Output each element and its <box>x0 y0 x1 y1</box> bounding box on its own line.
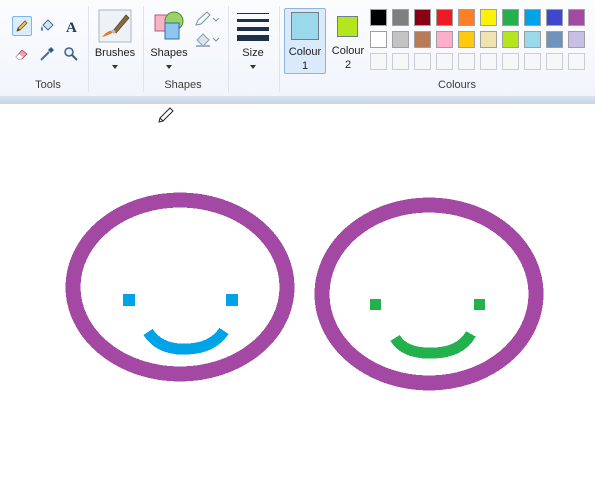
eraser-tool[interactable] <box>12 44 32 64</box>
colour2-button[interactable]: Colour 2 <box>328 8 368 74</box>
palette-swatch[interactable] <box>436 31 453 48</box>
palette-empty-slot[interactable] <box>414 53 431 70</box>
palette-swatch[interactable] <box>524 9 541 26</box>
palette-swatch[interactable] <box>458 9 475 26</box>
colour1-swatch <box>291 12 319 40</box>
palette-swatch[interactable] <box>480 31 497 48</box>
palette-swatch[interactable] <box>436 9 453 26</box>
outline-icon <box>195 11 220 26</box>
pencil-tool[interactable] <box>12 16 32 36</box>
text-icon: A <box>66 20 77 34</box>
palette-swatch[interactable] <box>524 31 541 48</box>
smiley-left-eye <box>226 294 238 306</box>
palette-empty-slot[interactable] <box>546 53 563 70</box>
shapes-group-label: Shapes <box>164 79 202 91</box>
palette-swatch[interactable] <box>480 9 497 26</box>
pencil-icon <box>16 20 28 32</box>
brush-icon <box>98 9 132 43</box>
colour2-swatch <box>337 16 358 37</box>
palette-swatch[interactable] <box>568 31 585 48</box>
svg-text:A: A <box>66 20 77 34</box>
palette-swatch[interactable] <box>502 31 519 48</box>
colour1-label-line2: 1 <box>301 60 309 72</box>
tools-group-label: Tools <box>35 79 61 91</box>
smiley-right <box>314 197 544 391</box>
palette-swatch[interactable] <box>414 9 431 26</box>
palette-empty-slot[interactable] <box>458 53 475 70</box>
palette-empty-slot[interactable] <box>568 53 585 70</box>
separator <box>88 6 89 92</box>
colour1-button[interactable]: Colour 1 <box>284 8 326 74</box>
palette-swatch[interactable] <box>414 31 431 48</box>
brushes-dropdown-arrow <box>112 65 118 69</box>
brushes-label: Brushes <box>94 47 136 59</box>
outline-button[interactable] <box>194 10 220 28</box>
text-tool[interactable]: A <box>61 16 81 36</box>
ribbon-bottom-edge <box>0 96 595 104</box>
palette-swatch[interactable] <box>546 31 563 48</box>
canvas-drawing <box>65 192 544 391</box>
fill-button[interactable] <box>194 30 220 48</box>
shapes-button[interactable]: Shapes <box>146 6 192 74</box>
palette-swatch[interactable] <box>502 9 519 26</box>
magnifier-tool[interactable] <box>61 44 81 64</box>
smiley-left-mouth <box>143 327 229 355</box>
smiley-left <box>65 192 295 382</box>
smiley-right-eye <box>370 299 381 310</box>
palette-empty-slot[interactable] <box>370 53 387 70</box>
eraser-icon <box>15 49 28 60</box>
colours-group-label: Colours <box>438 79 476 91</box>
shapes-icon <box>154 11 184 40</box>
palette-swatch[interactable] <box>370 31 387 48</box>
separator <box>143 6 144 92</box>
smiley-left-eye <box>123 294 135 306</box>
brushes-button[interactable]: Brushes <box>91 6 139 74</box>
drawing-canvas[interactable] <box>0 104 595 487</box>
palette-empty-slot[interactable] <box>480 53 497 70</box>
smiley-right-mouth <box>390 330 476 359</box>
size-button[interactable]: Size <box>232 6 274 74</box>
size-dropdown-arrow <box>250 65 256 69</box>
palette-swatch[interactable] <box>392 9 409 26</box>
palette-swatch[interactable] <box>546 9 563 26</box>
colour1-label-line1: Colour <box>288 46 322 58</box>
shape-fill-icon <box>196 33 220 47</box>
fill-icon <box>41 19 54 31</box>
colour-palette <box>370 9 595 73</box>
smiley-right-eye <box>474 299 485 310</box>
palette-swatch[interactable] <box>392 31 409 48</box>
palette-empty-slot[interactable] <box>502 53 519 70</box>
magnifier-icon <box>64 47 78 61</box>
separator <box>228 6 229 92</box>
size-icon <box>237 13 269 41</box>
colour2-label-line2: 2 <box>344 59 352 71</box>
palette-swatch[interactable] <box>370 9 387 26</box>
shapes-label: Shapes <box>150 47 188 59</box>
size-label: Size <box>242 47 264 59</box>
separator <box>279 6 280 92</box>
ribbon: A Tools Brushes Shapes Shapes Size Colou… <box>0 0 595 97</box>
palette-empty-slot[interactable] <box>392 53 409 70</box>
colour2-label-line1: Colour <box>331 45 365 57</box>
shapes-dropdown-arrow <box>166 65 172 69</box>
fill-tool[interactable] <box>37 16 57 36</box>
palette-empty-slot[interactable] <box>436 53 453 70</box>
palette-swatch[interactable] <box>568 9 585 26</box>
color-picker-icon <box>40 47 54 61</box>
color-picker-tool[interactable] <box>37 44 57 64</box>
palette-empty-slot[interactable] <box>524 53 541 70</box>
palette-swatch[interactable] <box>458 31 475 48</box>
